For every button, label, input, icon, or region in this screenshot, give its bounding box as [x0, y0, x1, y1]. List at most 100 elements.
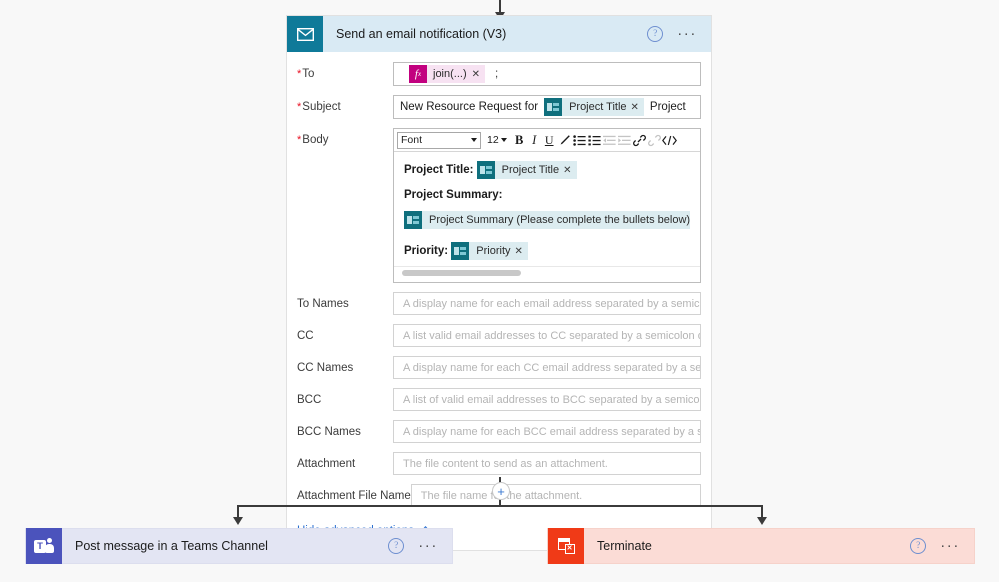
- remove-link-icon[interactable]: [647, 131, 662, 149]
- advanced-field-control: A list of valid email addresses to BCC s…: [393, 388, 701, 411]
- teams-card-actions: ? ···: [388, 538, 452, 554]
- advanced-field-label: CC: [297, 330, 314, 342]
- font-size-select[interactable]: 12: [487, 134, 507, 146]
- required-indicator: *: [297, 68, 302, 80]
- bulleted-list-icon[interactable]: [572, 131, 587, 149]
- body-label-project-title: Project Title:: [404, 164, 474, 177]
- teams-person-glyph: [45, 537, 54, 553]
- required-indicator: *: [297, 134, 302, 146]
- field-row-to: *To fx join(...) ✕ ;: [297, 62, 701, 86]
- bold-button[interactable]: B: [512, 131, 527, 149]
- envelope-icon: [287, 16, 323, 52]
- to-token-text: join(...): [433, 68, 467, 80]
- advanced-field-label: Attachment: [297, 458, 356, 470]
- numbered-list-icon[interactable]: [587, 131, 602, 149]
- field-row-advanced: To Names A display name for each email ad…: [297, 292, 701, 315]
- terminate-card-title: Terminate: [597, 539, 652, 553]
- advanced-field-control: A display name for each BCC email addres…: [393, 420, 701, 443]
- italic-button[interactable]: I: [527, 131, 542, 149]
- advanced-options-list: To Names A display name for each email ad…: [297, 292, 701, 507]
- underline-button[interactable]: U: [542, 131, 557, 149]
- advanced-field-label: BCC: [297, 394, 322, 406]
- advanced-field-input[interactable]: The file content to send as an attachmen…: [393, 452, 701, 475]
- code-view-icon[interactable]: [661, 131, 677, 149]
- advanced-field-input[interactable]: A list of valid email addresses to BCC s…: [393, 388, 701, 411]
- advanced-field-label: Attachment File Name: [297, 490, 411, 502]
- subject-dynamic-token[interactable]: Project Title ✕: [544, 98, 644, 116]
- pen-highlight-icon[interactable]: [557, 131, 572, 149]
- field-row-subject: *Subject New Resource Request for Projec…: [297, 95, 701, 119]
- left-branch-arrowhead: [233, 517, 243, 525]
- advanced-field-input[interactable]: A list valid email addresses to CC separ…: [393, 324, 701, 347]
- more-options-icon[interactable]: ···: [418, 538, 438, 553]
- email-card-header-actions: ? ···: [647, 26, 711, 42]
- terminate-card-actions: ? ···: [910, 538, 974, 554]
- chevron-down-icon: [471, 138, 477, 142]
- subject-field-label: *Subject: [297, 101, 341, 113]
- advanced-field-input[interactable]: The file name for the attachment.: [410, 484, 701, 507]
- remove-token-icon[interactable]: ✕: [563, 161, 576, 180]
- body-token-text: Priority: [476, 244, 511, 257]
- subject-input[interactable]: New Resource Request for Project Title ✕…: [393, 95, 701, 119]
- remove-token-icon[interactable]: ✕: [631, 102, 644, 113]
- help-icon[interactable]: ?: [388, 538, 405, 554]
- sharepoint-token-icon: [404, 211, 422, 230]
- body-line-project-title: Project Title: Project Title ✕: [404, 161, 690, 180]
- font-size-value: 12: [487, 134, 499, 146]
- body-token-text: Project Summary (Please complete the bul…: [429, 213, 690, 226]
- advanced-field-label: To Names: [297, 298, 349, 310]
- help-icon[interactable]: ?: [647, 26, 664, 42]
- to-trailing-text: ;: [495, 68, 499, 80]
- field-row-advanced: Attachment The file content to send as an…: [297, 452, 701, 475]
- font-family-value: Font: [401, 134, 423, 146]
- to-field-control: fx join(...) ✕ ;: [393, 62, 701, 86]
- body-line-project-summary-token: Project Summary (Please complete the bul…: [404, 211, 690, 236]
- body-label-priority: Priority:: [404, 245, 449, 258]
- to-input[interactable]: fx join(...) ✕ ;: [393, 62, 701, 86]
- terminate-action-card[interactable]: ✕ Terminate ? ···: [547, 528, 975, 564]
- fx-icon: fx: [409, 65, 427, 83]
- add-action-button[interactable]: +: [492, 482, 510, 500]
- body-token-project-summary[interactable]: Project Summary (Please complete the bul…: [404, 211, 690, 230]
- insert-link-icon[interactable]: [632, 131, 647, 149]
- more-options-icon[interactable]: ···: [677, 26, 697, 41]
- body-token-priority[interactable]: Priority ✕: [451, 242, 528, 261]
- terminate-x-glyph: ✕: [564, 544, 575, 554]
- body-line-priority: Priority: Priority ✕: [404, 242, 690, 261]
- more-options-icon[interactable]: ···: [940, 538, 960, 553]
- chevron-down-icon: [500, 138, 507, 142]
- font-family-select[interactable]: Font: [397, 131, 481, 149]
- rich-text-editor[interactable]: Font 12 B I U Project Title: Project Tit…: [393, 128, 701, 283]
- remove-token-icon[interactable]: ✕: [472, 69, 485, 80]
- body-token-project-title[interactable]: Project Title ✕: [476, 161, 577, 180]
- to-expression-token[interactable]: fx join(...) ✕: [409, 65, 486, 83]
- increase-indent-icon[interactable]: [617, 131, 632, 149]
- body-line-project-summary-label: Project Summary:: [404, 186, 690, 205]
- body-token-text: Project Title: [501, 163, 560, 176]
- branch-horizontal-line: [237, 505, 762, 507]
- decrease-indent-icon[interactable]: [602, 131, 617, 149]
- help-icon[interactable]: ?: [910, 538, 927, 554]
- scrollbar-thumb[interactable]: [402, 270, 521, 276]
- subject-token-text: Project Title: [569, 101, 627, 113]
- post-teams-message-action-card[interactable]: T Post message in a Teams Channel ? ···: [25, 528, 453, 564]
- advanced-field-input[interactable]: A display name for each CC email address…: [393, 356, 701, 379]
- rich-text-content[interactable]: Project Title: Project Title ✕ Project S…: [394, 152, 700, 266]
- send-email-action-card[interactable]: Send an email notification (V3) ? ··· *T…: [286, 15, 712, 551]
- email-card-header[interactable]: Send an email notification (V3) ? ···: [287, 16, 711, 52]
- required-indicator: *: [297, 101, 302, 113]
- remove-token-icon[interactable]: ✕: [515, 242, 528, 261]
- teams-card-title: Post message in a Teams Channel: [75, 539, 268, 553]
- body-horizontal-scrollbar[interactable]: [394, 266, 700, 282]
- body-field-control: Font 12 B I U Project Title: Project Tit…: [393, 128, 701, 283]
- advanced-field-label: CC Names: [297, 362, 354, 374]
- sharepoint-token-icon: [544, 98, 563, 116]
- advanced-field-input[interactable]: A display name for each BCC email addres…: [393, 420, 701, 443]
- sharepoint-token-icon: [476, 161, 495, 179]
- field-row-advanced: BCC Names A display name for each BCC ema…: [297, 420, 701, 443]
- email-card-body: *To fx join(...) ✕ ; *Subject New Resour…: [287, 52, 711, 507]
- teams-glyph: T: [34, 537, 54, 555]
- advanced-field-control: A list valid email addresses to CC separ…: [393, 324, 701, 347]
- advanced-field-control: The file content to send as an attachmen…: [393, 452, 701, 475]
- advanced-field-input[interactable]: A display name for each email address se…: [393, 292, 701, 315]
